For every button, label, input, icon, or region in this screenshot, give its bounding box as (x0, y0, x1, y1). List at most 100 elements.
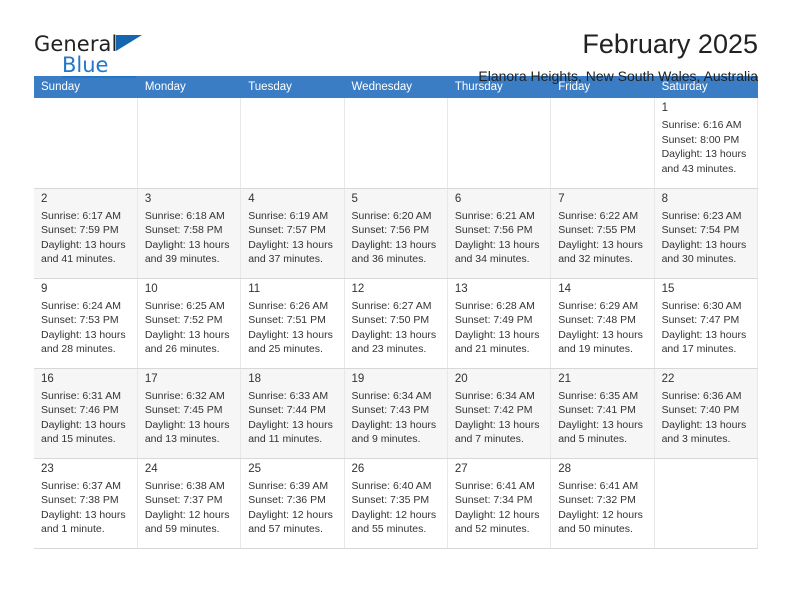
day-cell-inner: 13 Sunrise: 6:28 AM Sunset: 7:49 PM Dayligh… (448, 279, 550, 357)
calendar-day-cell[interactable]: 28 Sunrise: 6:41 AM Sunset: 7:32 PM Dayligh… (550, 458, 655, 549)
daylight-text-line2: and 15 minutes. (41, 433, 116, 445)
day-sun-info: Sunrise: 6:29 AM Sunset: 7:48 PM Daylight:… (558, 297, 646, 357)
day-cell-inner: 15 Sunrise: 6:30 AM Sunset: 7:47 PM Dayligh… (655, 279, 757, 357)
sunrise-text: Sunrise: 6:35 AM (558, 389, 639, 402)
calendar-day-cell[interactable]: 18 Sunrise: 6:33 AM Sunset: 7:44 PM Dayligh… (240, 368, 345, 459)
daylight-text-line1: Daylight: 13 hours (661, 148, 747, 160)
day-sun-info: Sunrise: 6:27 AM Sunset: 7:50 PM Daylight:… (352, 297, 440, 357)
daylight-text-line2: and 59 minutes. (144, 523, 220, 535)
day-sun-info: Sunrise: 6:28 AM Sunset: 7:49 PM Daylight:… (455, 297, 543, 357)
day-cell-inner: 11 Sunrise: 6:26 AM Sunset: 7:51 PM Dayligh… (241, 279, 343, 357)
daylight-text-line1: Daylight: 13 hours (41, 328, 126, 341)
sunrise-text: Sunrise: 6:33 AM (248, 389, 329, 402)
daylight-text-line1: Daylight: 13 hours (661, 238, 747, 251)
daylight-text-line1: Daylight: 13 hours (144, 238, 230, 251)
calendar-day-cell[interactable]: 15 Sunrise: 6:30 AM Sunset: 7:47 PM Dayligh… (654, 278, 759, 369)
daylight-text-line1: Daylight: 13 hours (661, 328, 747, 341)
day-sun-info: Sunrise: 6:30 AM Sunset: 7:47 PM Daylight:… (662, 297, 750, 357)
day-number: 1 (661, 102, 668, 114)
sunset-text: Sunset: 7:41 PM (558, 404, 636, 416)
calendar-day-cell[interactable]: 14 Sunrise: 6:29 AM Sunset: 7:48 PM Dayligh… (550, 278, 655, 369)
day-sun-info: Sunrise: 6:31 AM Sunset: 7:46 PM Daylight:… (41, 387, 130, 447)
day-number: 22 (661, 372, 675, 385)
day-number: 5 (351, 192, 358, 205)
calendar-day-cell[interactable]: 26 Sunrise: 6:40 AM Sunset: 7:35 PM Dayligh… (344, 458, 448, 549)
calendar-day-cell[interactable]: 3 Sunrise: 6:18 AM Sunset: 7:58 PM Daylight… (137, 188, 242, 279)
calendar-day-cell[interactable]: 16 Sunrise: 6:31 AM Sunset: 7:46 PM Dayligh… (34, 368, 138, 459)
calendar-day-cell[interactable]: 23 Sunrise: 6:37 AM Sunset: 7:38 PM Dayligh… (34, 458, 138, 549)
calendar-day-cell[interactable]: 5 Sunrise: 6:20 AM Sunset: 7:56 PM Daylight… (344, 188, 448, 279)
daylight-text-line2: and 52 minutes. (454, 523, 530, 535)
calendar-day-cell[interactable]: 2 Sunrise: 6:17 AM Sunset: 7:59 PM Daylight… (34, 188, 138, 279)
day-number: 3 (144, 192, 152, 205)
day-cell-inner: 26 Sunrise: 6:40 AM Sunset: 7:35 PM Dayligh… (345, 459, 447, 537)
sunset-text: Sunset: 7:46 PM (41, 404, 119, 416)
day-sun-info: Sunrise: 6:23 AM Sunset: 7:54 PM Daylight:… (662, 207, 750, 267)
sunset-text: Sunset: 7:32 PM (558, 494, 636, 506)
day-sun-info: Sunrise: 6:32 AM Sunset: 7:45 PM Daylight:… (145, 387, 233, 447)
sunrise-text: Sunrise: 6:28 AM (454, 299, 535, 312)
calendar-day-cell[interactable]: 19 Sunrise: 6:34 AM Sunset: 7:43 PM Dayligh… (344, 368, 448, 459)
day-cell-inner: 3 Sunrise: 6:18 AM Sunset: 7:58 PM Daylight… (138, 189, 240, 267)
day-cell-inner: 24 Sunrise: 6:38 AM Sunset: 7:37 PM Dayligh… (138, 459, 240, 537)
daylight-text-line1: Daylight: 13 hours (454, 328, 540, 341)
day-sun-info: Sunrise: 6:41 AM Sunset: 7:34 PM Daylight:… (455, 477, 543, 537)
day-cell-inner: 16 Sunrise: 6:31 AM Sunset: 7:46 PM Dayligh… (34, 369, 137, 447)
daylight-text-line2: and 43 minutes. (661, 162, 737, 175)
sunrise-text: Sunrise: 6:16 AM (661, 119, 742, 131)
daylight-text-line1: Daylight: 13 hours (558, 238, 643, 251)
calendar-day-cell[interactable]: 6 Sunrise: 6:21 AM Sunset: 7:56 PM Daylight… (447, 188, 552, 279)
calendar-day-cell[interactable]: 17 Sunrise: 6:32 AM Sunset: 7:45 PM Dayligh… (137, 368, 242, 459)
daylight-text-line1: Daylight: 13 hours (41, 418, 126, 431)
day-sun-info: Sunrise: 6:24 AM Sunset: 7:53 PM Daylight:… (41, 297, 130, 357)
sunset-text: Sunset: 7:55 PM (558, 224, 636, 236)
calendar-cell-empty (344, 98, 448, 189)
day-number: 12 (351, 282, 365, 295)
day-cell-inner: 18 Sunrise: 6:33 AM Sunset: 7:44 PM Dayligh… (241, 369, 343, 447)
calendar-day-cell[interactable]: 27 Sunrise: 6:41 AM Sunset: 7:34 PM Dayligh… (447, 458, 552, 549)
daylight-text-line2: and 55 minutes. (351, 523, 427, 535)
day-number: 14 (558, 282, 572, 295)
calendar-day-cell[interactable]: 13 Sunrise: 6:28 AM Sunset: 7:49 PM Dayligh… (447, 278, 552, 369)
daylight-text-line2: and 28 minutes. (41, 343, 116, 355)
sunrise-text: Sunrise: 6:41 AM (558, 479, 639, 492)
calendar-day-cell[interactable]: 21 Sunrise: 6:35 AM Sunset: 7:41 PM Dayligh… (550, 368, 655, 459)
daylight-text-line1: Daylight: 13 hours (144, 418, 230, 431)
daylight-text-line1: Daylight: 12 hours (248, 508, 333, 521)
sunset-text: Sunset: 7:45 PM (144, 404, 223, 416)
day-cell-inner: 27 Sunrise: 6:41 AM Sunset: 7:34 PM Dayligh… (448, 459, 550, 537)
day-number: 13 (454, 282, 468, 295)
day-number: 16 (41, 372, 54, 385)
calendar-day-cell[interactable]: 22 Sunrise: 6:36 AM Sunset: 7:40 PM Dayligh… (654, 368, 759, 459)
calendar-day-cell[interactable]: 1 Sunrise: 6:16 AM Sunset: 8:00 PM Daylight… (654, 98, 759, 189)
calendar-week-row: 23 Sunrise: 6:37 AM Sunset: 7:38 PM Dayligh… (34, 458, 759, 549)
daylight-text-line2: and 39 minutes. (144, 253, 220, 265)
daylight-text-line1: Daylight: 13 hours (41, 238, 126, 251)
calendar-day-cell[interactable]: 4 Sunrise: 6:19 AM Sunset: 7:57 PM Daylight… (240, 188, 345, 279)
daylight-text-line1: Daylight: 13 hours (454, 418, 540, 431)
calendar-day-cell[interactable]: 25 Sunrise: 6:39 AM Sunset: 7:36 PM Dayligh… (240, 458, 345, 549)
day-number: 26 (351, 462, 365, 475)
daylight-text-line2: and 13 minutes. (144, 433, 220, 445)
sunset-text: Sunset: 7:38 PM (41, 494, 119, 506)
calendar-day-cell[interactable]: 20 Sunrise: 6:34 AM Sunset: 7:42 PM Dayligh… (447, 368, 552, 459)
calendar-cell-empty (654, 458, 759, 549)
calendar-day-cell[interactable]: 8 Sunrise: 6:23 AM Sunset: 7:54 PM Daylight… (654, 188, 759, 279)
sunrise-text: Sunrise: 6:22 AM (558, 209, 639, 222)
daylight-text-line2: and 5 minutes. (558, 433, 628, 445)
calendar-day-cell[interactable]: 7 Sunrise: 6:22 AM Sunset: 7:55 PM Daylight… (550, 188, 655, 279)
calendar-day-cell[interactable]: 12 Sunrise: 6:27 AM Sunset: 7:50 PM Dayligh… (344, 278, 448, 369)
day-cell-inner: 10 Sunrise: 6:25 AM Sunset: 7:52 PM Dayligh… (138, 279, 240, 357)
calendar-day-cell[interactable]: 11 Sunrise: 6:26 AM Sunset: 7:51 PM Dayligh… (240, 278, 345, 369)
sunset-text: Sunset: 7:42 PM (454, 404, 533, 416)
daylight-text-line2: and 57 minutes. (248, 523, 323, 535)
calendar-day-cell[interactable]: 24 Sunrise: 6:38 AM Sunset: 7:37 PM Dayligh… (137, 458, 242, 549)
general-blue-logo[interactable]: General Blue (34, 28, 194, 78)
calendar-day-cell[interactable]: 10 Sunrise: 6:25 AM Sunset: 7:52 PM Dayligh… (137, 278, 242, 369)
sunrise-text: Sunrise: 6:20 AM (351, 209, 432, 222)
sunset-text: Sunset: 7:44 PM (248, 404, 326, 416)
calendar-day-cell[interactable]: 9 Sunrise: 6:24 AM Sunset: 7:53 PM Daylight… (34, 278, 138, 369)
daylight-text-line2: and 19 minutes. (558, 343, 633, 355)
sunset-text: Sunset: 7:37 PM (144, 494, 223, 506)
day-cell-inner: 22 Sunrise: 6:36 AM Sunset: 7:40 PM Dayligh… (655, 369, 757, 447)
